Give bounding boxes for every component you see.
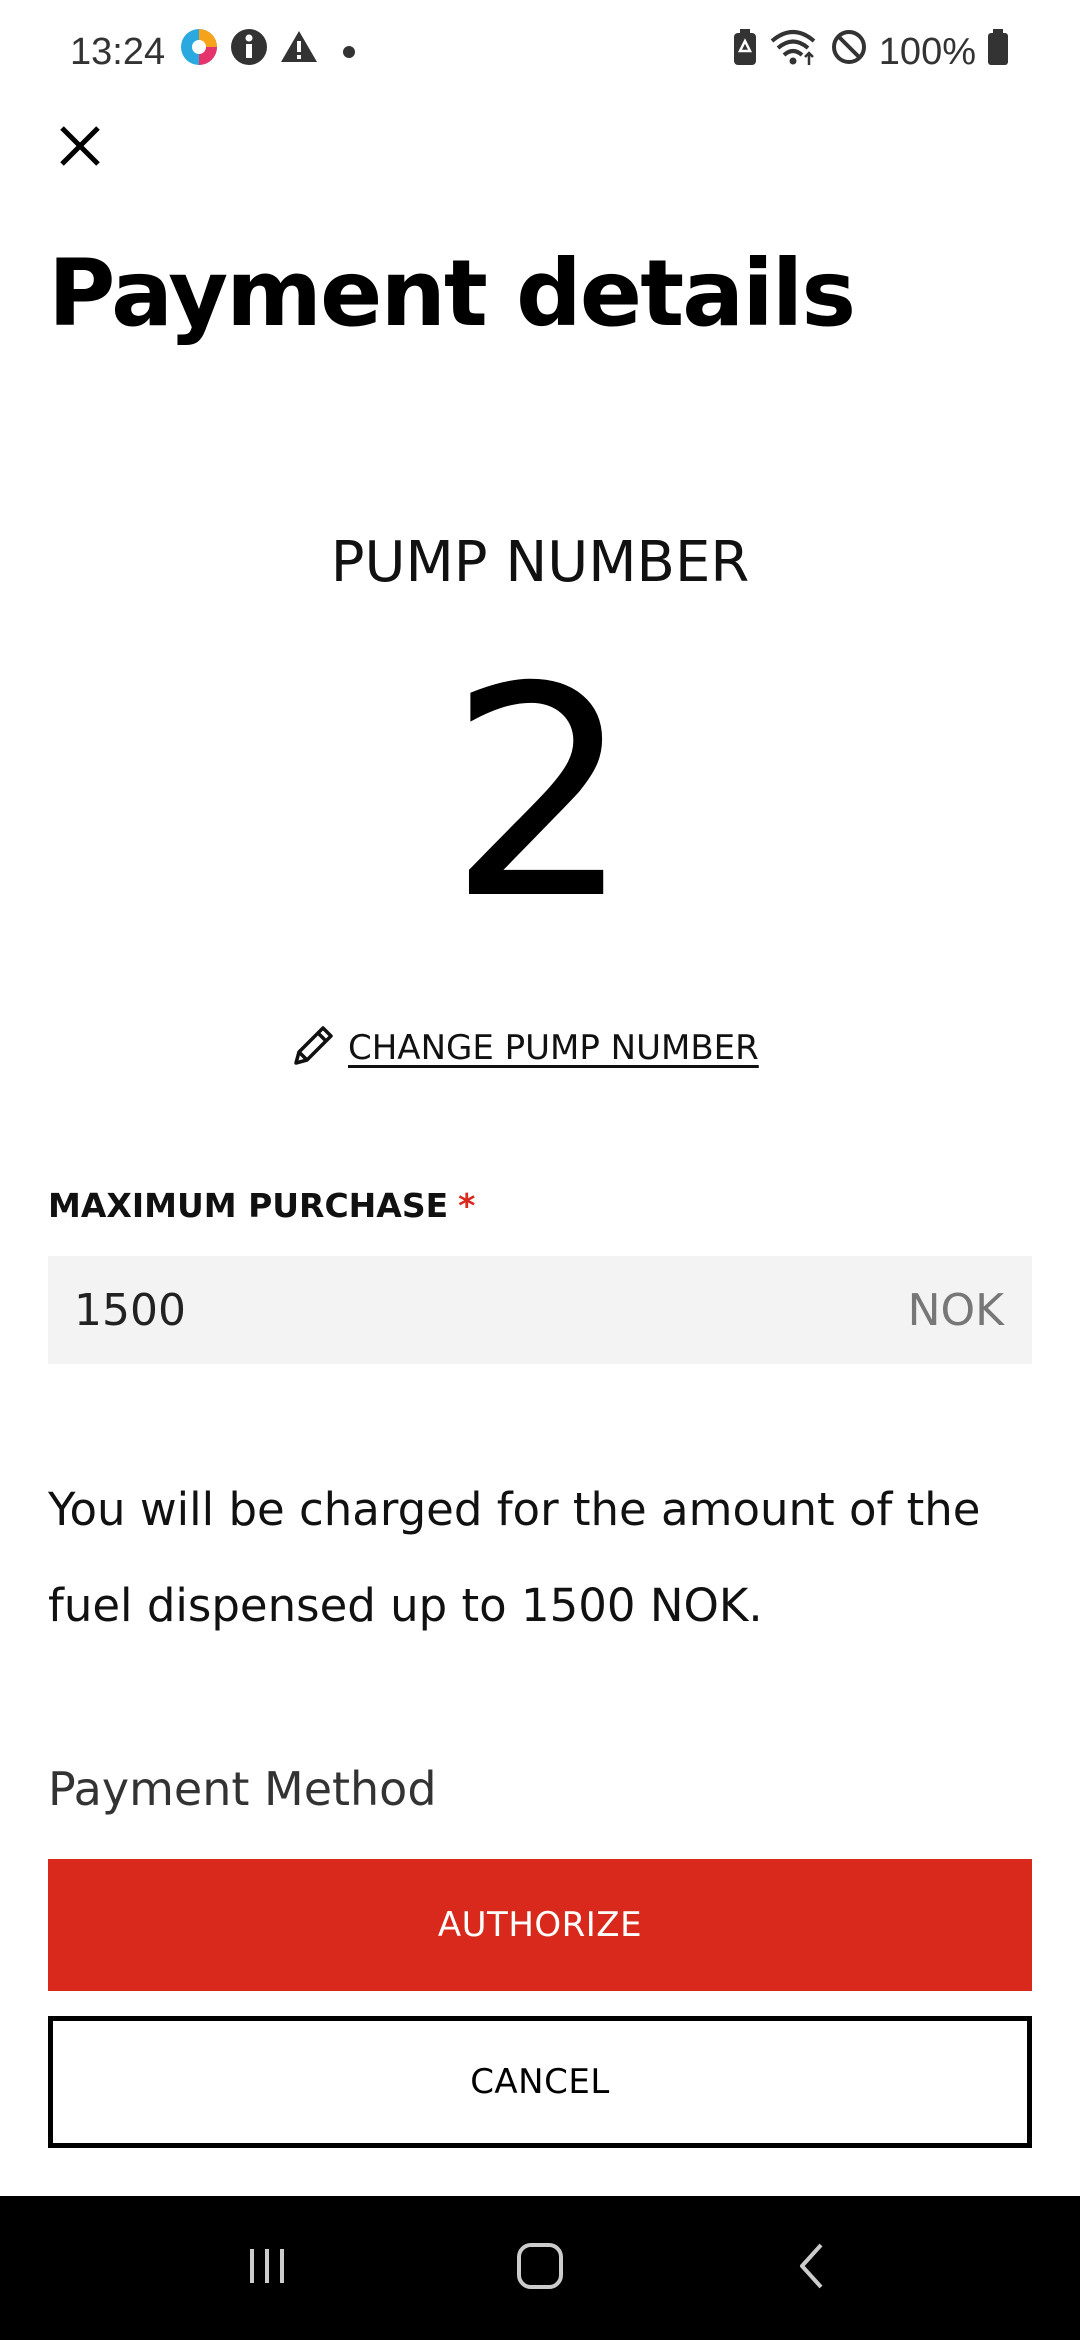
cancel-button[interactable]: CANCEL xyxy=(48,2016,1032,2148)
do-not-disturb-icon xyxy=(829,27,869,77)
required-mark: * xyxy=(458,1186,476,1225)
status-left: 13:24 xyxy=(70,27,365,77)
battery-percent: 100% xyxy=(878,30,976,73)
system-nav-bar xyxy=(0,2196,1080,2340)
back-button[interactable] xyxy=(768,2223,858,2313)
back-icon xyxy=(788,2241,838,2296)
payment-details-screen: 13:24 100% Payment details PUMP NUMBER 2… xyxy=(0,0,1080,2340)
authorize-button[interactable]: AUTHORIZE xyxy=(48,1859,1032,1991)
change-pump-number-label: CHANGE PUMP NUMBER xyxy=(348,1028,759,1068)
battery-icon xyxy=(986,27,1010,77)
maximum-purchase-text: MAXIMUM PURCHASE xyxy=(48,1186,449,1225)
app-logo-icon xyxy=(179,27,219,77)
status-time: 13:24 xyxy=(70,30,166,73)
recent-apps-icon xyxy=(242,2241,292,2296)
close-icon xyxy=(58,124,102,173)
charge-info-text: You will be charged for the amount of th… xyxy=(48,1483,981,1632)
payment-method-label: Payment Method xyxy=(48,1762,437,1816)
status-right: 100% xyxy=(721,27,1010,77)
home-icon xyxy=(515,2241,565,2296)
maximum-purchase-input[interactable] xyxy=(74,1284,674,1336)
battery-saver-icon xyxy=(731,27,759,77)
page-title: Payment details xyxy=(48,240,856,347)
info-icon xyxy=(229,27,269,77)
pump-number-value: 2 xyxy=(447,626,633,963)
currency-unit: NOK xyxy=(907,1284,1004,1336)
change-pump-number-link[interactable]: CHANGE PUMP NUMBER xyxy=(288,1018,759,1078)
home-button[interactable] xyxy=(495,2223,585,2313)
pump-number-label: PUMP NUMBER xyxy=(330,530,750,595)
close-button[interactable] xyxy=(44,112,116,184)
status-bar: 13:24 100% xyxy=(0,0,1080,104)
maximum-purchase-label: MAXIMUM PURCHASE * xyxy=(48,1186,475,1225)
maximum-purchase-field[interactable]: NOK xyxy=(48,1256,1032,1364)
recent-apps-button[interactable] xyxy=(222,2223,312,2313)
notification-dot-icon xyxy=(343,46,356,58)
pencil-icon xyxy=(288,1021,338,1076)
wifi-icon xyxy=(769,27,819,77)
warning-icon xyxy=(279,27,319,77)
